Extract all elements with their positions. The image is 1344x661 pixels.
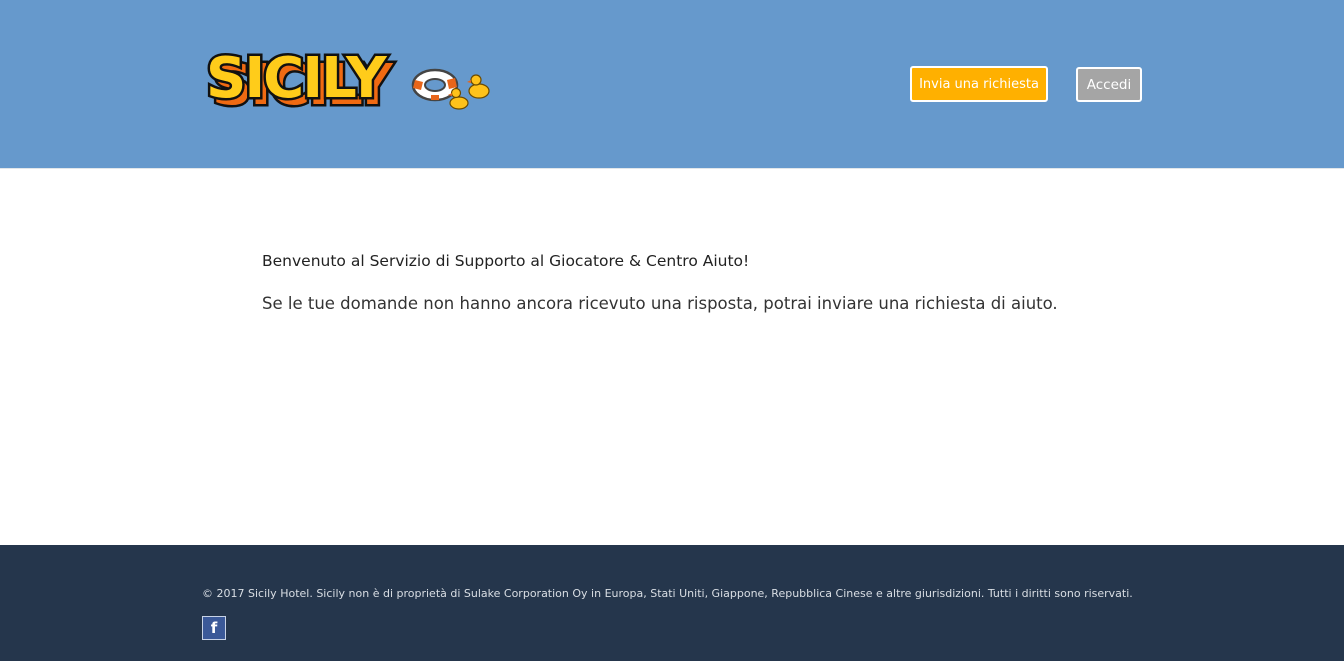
site-footer: © 2017 Sicily Hotel. Sicily non è di pro… (0, 545, 1344, 661)
site-header: SICILY SICILY Invia una richiesta Accedi (0, 0, 1344, 169)
svg-text:SICILY: SICILY (206, 46, 388, 111)
lifebuoy-ducks-icon (411, 68, 490, 110)
welcome-text: Se le tue domande non hanno ancora ricev… (262, 294, 1058, 313)
login-button[interactable]: Accedi (1076, 67, 1142, 102)
submit-request-button[interactable]: Invia una richiesta (910, 66, 1048, 102)
facebook-icon[interactable]: f (202, 616, 226, 640)
welcome-title: Benvenuto al Servizio di Supporto al Gio… (262, 252, 750, 270)
copyright-text: © 2017 Sicily Hotel. Sicily non è di pro… (202, 587, 1133, 600)
main-content: Benvenuto al Servizio di Supporto al Gio… (0, 169, 1344, 545)
sicily-logo[interactable]: SICILY SICILY (203, 42, 493, 117)
